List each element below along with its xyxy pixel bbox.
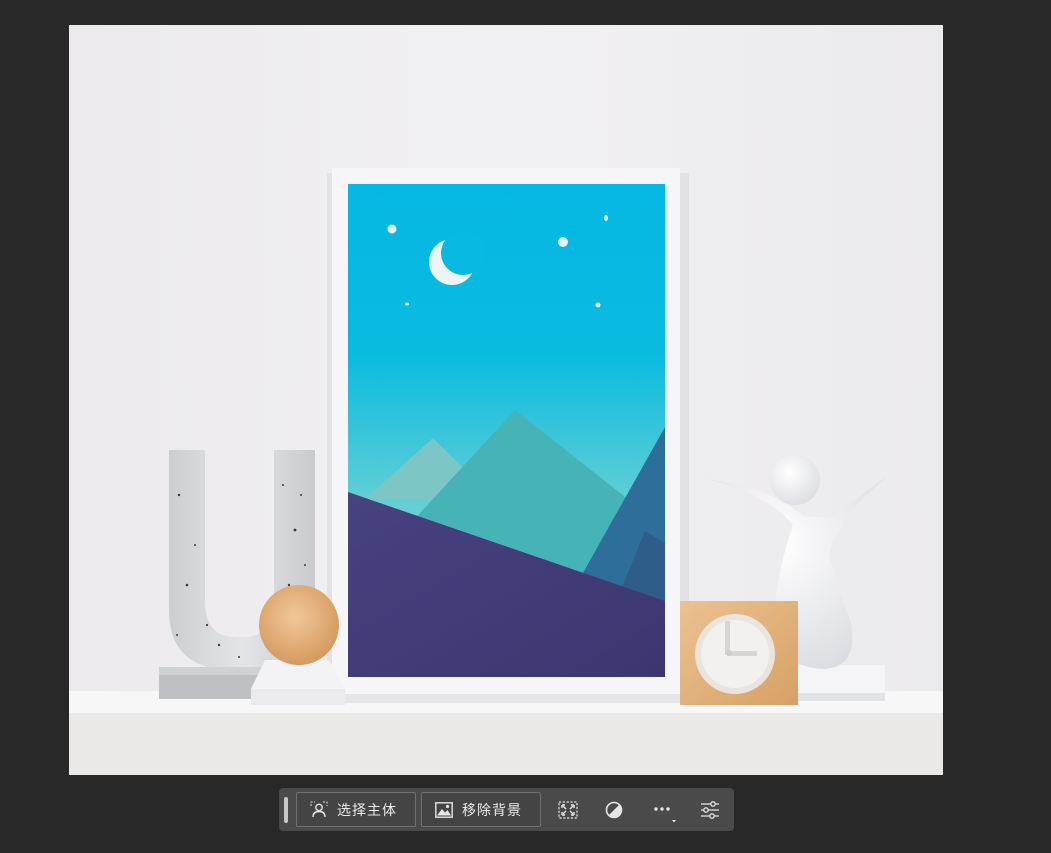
document-workspace: 选择主体 移除背景 [0, 0, 1051, 853]
more-options-icon[interactable] [650, 797, 676, 823]
transform-selection-icon[interactable] [555, 797, 581, 823]
person-selection-icon [309, 800, 329, 820]
select-subject-label: 选择主体 [337, 802, 397, 819]
taskbar-drag-handle[interactable] [284, 797, 288, 823]
contextual-taskbar: 选择主体 移除背景 [279, 788, 734, 831]
remove-background-label: 移除背景 [462, 802, 522, 819]
contrast-circle-icon[interactable] [601, 797, 627, 823]
sliders-icon[interactable] [697, 797, 723, 823]
remove-background-button[interactable]: 移除背景 [421, 792, 541, 827]
select-subject-button[interactable]: 选择主体 [296, 792, 416, 827]
image-icon [434, 800, 454, 820]
document-canvas[interactable] [69, 25, 943, 775]
